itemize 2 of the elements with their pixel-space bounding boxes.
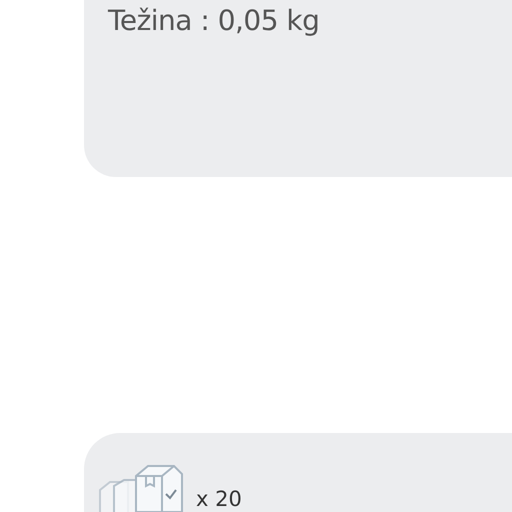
quantity-text: x 20 — [196, 487, 242, 511]
weight-text: Težina : 0,05 kg — [108, 4, 320, 37]
